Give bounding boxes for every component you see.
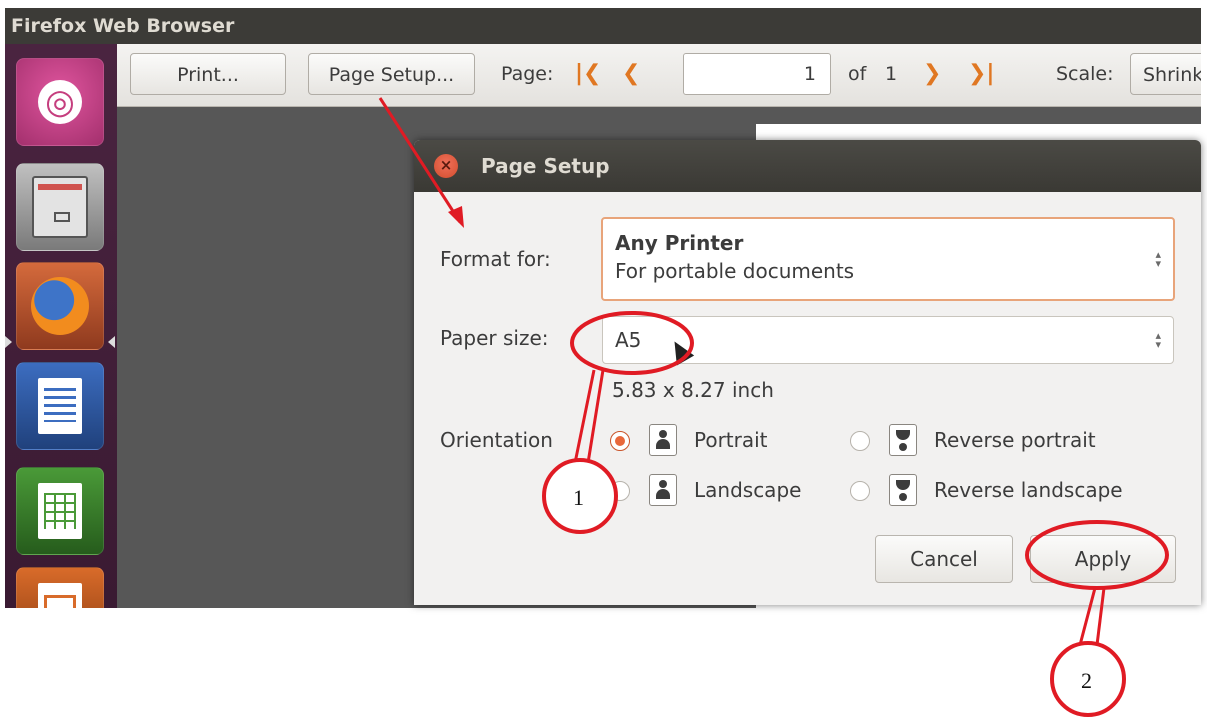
launcher-impress-button[interactable] xyxy=(16,567,104,608)
running-indicator-icon xyxy=(5,336,12,348)
orientation-label: Orientation xyxy=(440,428,553,452)
spinner-arrows-icon: ▴ ▾ xyxy=(1155,248,1161,270)
launcher-writer-button[interactable] xyxy=(16,362,104,450)
total-pages: 1 xyxy=(885,63,898,85)
reverse-landscape-label: Reverse landscape xyxy=(934,478,1123,502)
scale-value: Shrink xyxy=(1143,64,1201,86)
spinner-arrows-icon: ▴ ▾ xyxy=(1155,329,1161,351)
print-button[interactable]: Print... xyxy=(130,53,286,95)
page-setup-button[interactable]: Page Setup... xyxy=(308,53,475,95)
calc-spreadsheet-icon xyxy=(38,483,82,539)
launcher-files-button[interactable] xyxy=(16,163,104,251)
page-label: Page: xyxy=(501,63,554,85)
writer-document-icon xyxy=(38,378,82,434)
paper-size-value: A5 xyxy=(615,328,642,352)
page-number-value: 1 xyxy=(803,63,816,85)
launcher-dash-button[interactable]: ◎ xyxy=(16,58,104,146)
apply-button-label: Apply xyxy=(1074,547,1132,571)
next-page-icon[interactable]: ❯ xyxy=(923,53,941,95)
reverse-portrait-radio[interactable] xyxy=(850,431,870,451)
landscape-label: Landscape xyxy=(694,478,802,502)
landscape-radio[interactable] xyxy=(610,481,630,501)
firefox-icon xyxy=(31,277,89,335)
cancel-button-label: Cancel xyxy=(910,547,978,571)
format-for-subtitle: For portable documents xyxy=(615,259,855,283)
ubuntu-logo-icon: ◎ xyxy=(38,80,82,124)
dialog-titlebar: × Page Setup xyxy=(414,140,1201,192)
dialog-title: Page Setup xyxy=(481,154,610,178)
previous-page-icon[interactable]: ❮ xyxy=(622,53,640,95)
close-icon[interactable]: × xyxy=(434,154,458,178)
callout-2-number: 2 xyxy=(1081,668,1092,693)
of-label: of xyxy=(848,63,867,85)
file-cabinet-icon xyxy=(32,176,88,238)
scale-select[interactable]: Shrink xyxy=(1130,53,1201,95)
reverse-landscape-radio[interactable] xyxy=(850,481,870,501)
window-titlebar: Firefox Web Browser xyxy=(5,8,1201,44)
focused-indicator-icon xyxy=(108,336,115,348)
launcher-firefox-button[interactable] xyxy=(16,262,104,350)
impress-presentation-icon xyxy=(38,583,82,608)
portrait-label: Portrait xyxy=(694,428,768,452)
print-button-label: Print... xyxy=(177,64,239,86)
page-setup-dialog: × Page Setup Format for: Any Printer For… xyxy=(414,140,1201,605)
reverse-landscape-icon xyxy=(889,474,917,506)
reverse-portrait-icon xyxy=(889,424,917,456)
scale-label: Scale: xyxy=(1056,63,1114,85)
print-preview-toolbar: Print... Page Setup... Page: |❮ ❮ 1 of 1… xyxy=(117,44,1201,107)
page-setup-button-label: Page Setup... xyxy=(328,64,455,86)
callout-2-circle xyxy=(1050,641,1126,717)
cancel-button[interactable]: Cancel xyxy=(875,535,1013,583)
format-for-select[interactable]: Any Printer For portable documents ▴ ▾ xyxy=(601,217,1175,301)
first-page-icon[interactable]: |❮ xyxy=(575,53,601,95)
format-for-label: Format for: xyxy=(440,247,551,271)
apply-button[interactable]: Apply xyxy=(1030,535,1176,583)
page-number-input[interactable]: 1 xyxy=(683,53,831,95)
portrait-radio[interactable] xyxy=(610,431,630,451)
last-page-icon[interactable]: ❯| xyxy=(968,53,994,95)
window-title: Firefox Web Browser xyxy=(11,15,235,37)
reverse-portrait-label: Reverse portrait xyxy=(934,428,1096,452)
unity-launcher: ◎ xyxy=(5,44,117,608)
paper-dimensions: 5.83 x 8.27 inch xyxy=(612,378,774,402)
paper-size-label: Paper size: xyxy=(440,326,549,350)
format-for-title: Any Printer xyxy=(615,231,744,255)
landscape-icon xyxy=(649,474,677,506)
portrait-icon xyxy=(649,424,677,456)
launcher-calc-button[interactable] xyxy=(16,467,104,555)
